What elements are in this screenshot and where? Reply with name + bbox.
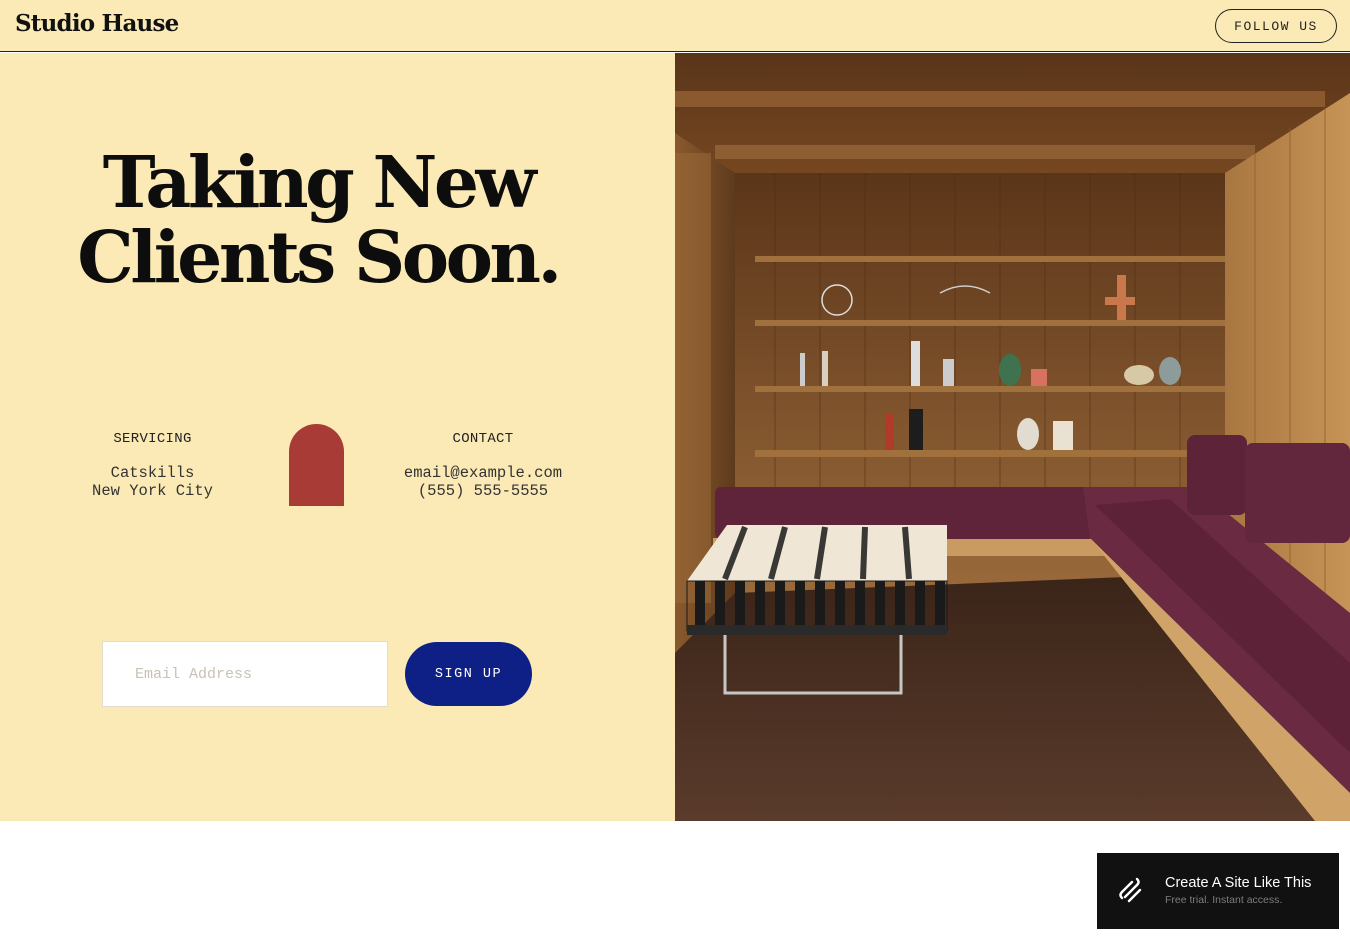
badge-title: Create A Site Like This [1165, 875, 1312, 891]
headline-line-1: Taking New [102, 140, 537, 224]
contact-email-link[interactable]: email@example.com [383, 464, 583, 482]
contact-label: CONTACT [452, 431, 514, 447]
site-logo[interactable]: Studio Hause [15, 10, 179, 37]
headline-line-2: Clients Soon. [77, 215, 562, 299]
sign-up-button[interactable]: SIGN UP [405, 642, 532, 706]
servicing-location-1: Catskills [110, 464, 195, 482]
contact-block: CONTACT email@example.com (555) 555-5555 [383, 431, 583, 500]
hero-headline: Taking New Clients Soon. [60, 145, 576, 295]
site-header: Studio Hause FOLLOW US [0, 0, 1350, 52]
email-address-input[interactable] [102, 641, 388, 707]
arch-shape [289, 424, 344, 506]
wood-room-image [675, 53, 1350, 821]
badge-subtitle: Free trial. Instant access. [1165, 894, 1283, 906]
interior-photo [675, 53, 1350, 821]
contact-phone-link[interactable]: (555) 555-5555 [383, 482, 583, 500]
squarespace-logo-icon [1119, 877, 1142, 903]
create-site-badge[interactable]: Create A Site Like This Free trial. Inst… [1097, 853, 1339, 929]
servicing-location-2: New York City [92, 482, 213, 500]
hero-panel: Taking New Clients Soon. SERVICING Catsk… [0, 53, 675, 821]
follow-us-button[interactable]: FOLLOW US [1215, 9, 1337, 43]
servicing-label: SERVICING [113, 431, 192, 447]
servicing-block: SERVICING Catskills New York City [70, 431, 235, 500]
